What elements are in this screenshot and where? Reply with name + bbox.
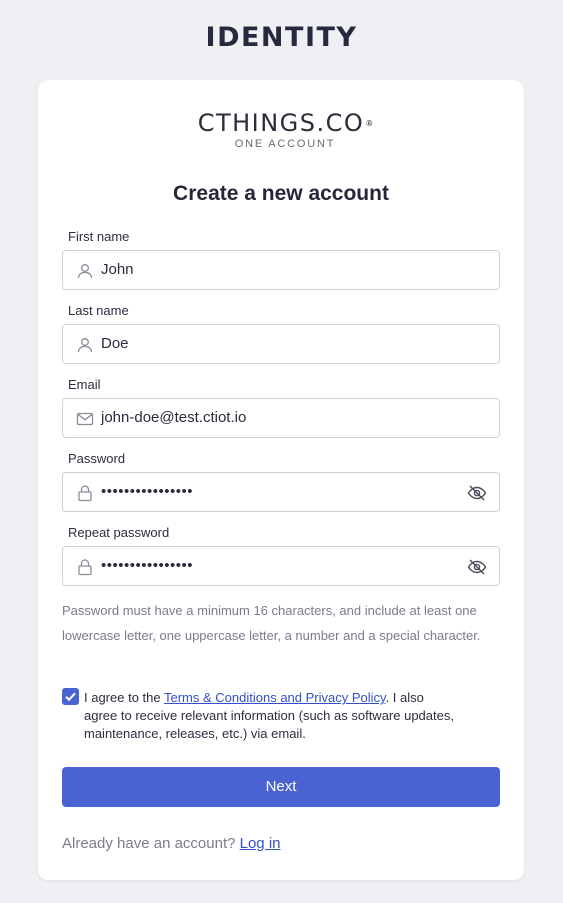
repeat-password-label: Repeat password (68, 525, 170, 540)
terms-link[interactable]: Terms & Conditions and Privacy Policy (164, 690, 386, 705)
password-value[interactable]: •••••••••••••••• (101, 473, 193, 511)
lock-icon (78, 559, 92, 576)
login-link[interactable]: Log in (240, 835, 281, 852)
email-label: Email (68, 377, 101, 392)
last-name-value[interactable]: Doe (101, 325, 129, 363)
next-button[interactable]: Next (62, 767, 500, 807)
password-field[interactable]: •••••••••••••••• (62, 472, 500, 512)
logo-text: CTHINGS.CO (197, 109, 365, 137)
eye-off-icon[interactable] (467, 483, 487, 503)
last-name-field[interactable]: Doe (62, 324, 500, 364)
repeat-password-value[interactable]: •••••••••••••••• (101, 547, 193, 585)
first-name-value[interactable]: John (101, 251, 134, 289)
email-value[interactable]: john-doe@test.ctiot.io (101, 399, 246, 437)
eye-off-icon[interactable] (467, 557, 487, 577)
agree-checkbox[interactable] (62, 688, 79, 705)
first-name-label: First name (68, 229, 130, 244)
password-label: Password (68, 451, 126, 466)
logo-wordmark: CTHINGS.CO ® (197, 109, 374, 137)
page-title: IDENTITY (205, 22, 358, 53)
form-title: Create a new account (173, 182, 389, 205)
logo-registered-mark: ® (365, 119, 374, 128)
password-hint: Password must have a minimum 16 characte… (62, 603, 481, 643)
user-icon (77, 338, 93, 353)
check-icon (65, 692, 76, 702)
login-prompt: Already have an account? Log in (62, 835, 281, 852)
email-field[interactable]: john-doe@test.ctiot.io (62, 398, 500, 438)
first-name-field[interactable]: John (62, 250, 500, 290)
agree-prefix: I agree to the (84, 690, 164, 705)
mail-icon (76, 412, 94, 426)
signup-card: CTHINGS.CO ® ONE ACCOUNT Create a new acc… (38, 80, 524, 880)
logo-subtitle: ONE ACCOUNT (234, 138, 336, 150)
login-prompt-text: Already have an account? (62, 835, 240, 852)
lock-icon (78, 485, 92, 502)
repeat-password-field[interactable]: •••••••••••••••• (62, 546, 500, 586)
user-icon (77, 264, 93, 279)
cthings-logo: CTHINGS.CO ® ONE ACCOUNT (38, 110, 524, 150)
agree-text: I agree to the Terms & Conditions and Pr… (84, 689, 454, 743)
last-name-label: Last name (68, 303, 129, 318)
